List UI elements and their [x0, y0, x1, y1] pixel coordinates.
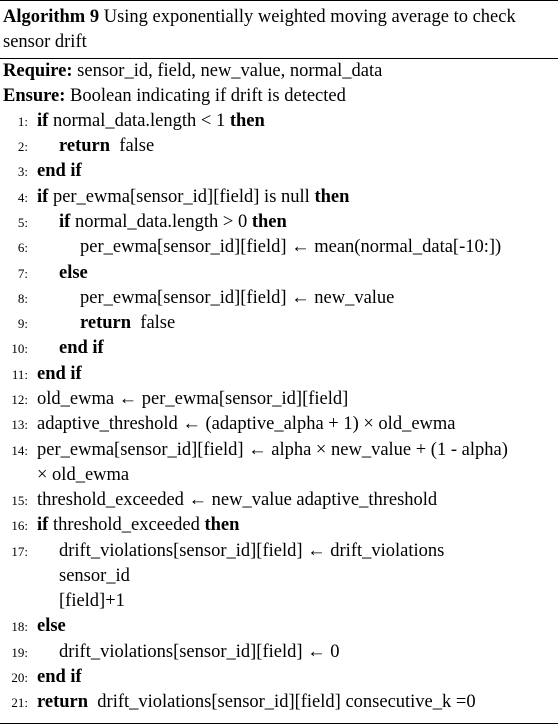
code-text: per_ewma[sensor_id][field] is null — [52, 187, 310, 207]
line-code: end if — [37, 159, 82, 184]
line-code: drift_violations[sensor_id][field] ← dri… — [59, 539, 444, 564]
keyword: then — [229, 111, 265, 131]
line-code: per_ewma[sensor_id][field] ← new_value — [80, 286, 394, 311]
line-number: 3: — [17, 164, 28, 179]
code-text: × old_ewma — [37, 465, 130, 485]
line-number: 15: — [11, 493, 28, 508]
line-code: end if — [59, 336, 104, 361]
keyword: else — [37, 616, 66, 636]
line-number: 7: — [17, 266, 28, 281]
code-text: drift_violations[sensor_id][field] ← 0 — [59, 642, 340, 662]
line-code: return false — [80, 311, 175, 336]
line-code: if normal_data.length < 1 then — [37, 109, 265, 134]
code-text: threshold_exceeded ← new_value adaptive_… — [37, 490, 438, 510]
keyword: end if — [37, 364, 82, 384]
keyword: end if — [37, 161, 82, 181]
line-code: else — [37, 614, 66, 639]
keyword: else — [59, 263, 88, 283]
line-number: 2: — [17, 139, 28, 154]
ensure-keyword: Ensure: — [3, 86, 66, 106]
keyword: if — [59, 212, 71, 232]
top-rule — [0, 0, 558, 1]
algorithm-caption: Algorithm 9 Using exponentially weighted… — [3, 5, 553, 55]
line-number: 9: — [17, 316, 28, 331]
line-code: adaptive_threshold ← (adaptive_alpha + 1… — [37, 412, 456, 437]
code-text: sensor_id — [59, 566, 130, 586]
line-code: sensor_id — [59, 564, 130, 589]
keyword: return — [59, 136, 111, 156]
line-code: if normal_data.length > 0 then — [59, 210, 287, 235]
ensure-text: Boolean indicating if drift is detected — [70, 86, 346, 106]
code-text: per_ewma[sensor_id][field] ← new_value — [80, 288, 395, 308]
line-code: per_ewma[sensor_id][field] ← mean(normal… — [80, 235, 501, 260]
code-text: normal_data.length > 0 — [74, 212, 248, 232]
require-keyword: Require: — [3, 61, 73, 81]
line-number: 10: — [11, 341, 28, 356]
line-number: 21: — [11, 695, 28, 710]
code-text: per_ewma[sensor_id][field] ← mean(normal… — [80, 237, 502, 257]
keyword: then — [251, 212, 287, 232]
code-text: adaptive_threshold ← (adaptive_alpha + 1… — [37, 414, 456, 434]
line-code: else — [59, 261, 88, 286]
keyword: return — [80, 313, 132, 333]
line-number: 13: — [11, 417, 28, 432]
line-number: 11: — [11, 367, 28, 382]
code-text: false — [140, 313, 176, 333]
line-code: threshold_exceeded ← new_value adaptive_… — [37, 488, 437, 513]
line-code: if threshold_exceeded then — [37, 513, 239, 538]
line-code: end if — [37, 362, 82, 387]
line-number: 16: — [11, 518, 28, 533]
line-number: 19: — [11, 645, 28, 660]
keyword: then — [314, 187, 350, 207]
code-text: drift_violations[sensor_id][field] conse… — [97, 692, 476, 712]
code-text: per_ewma[sensor_id][field] ← alpha × new… — [37, 440, 508, 460]
line-code: return false — [59, 134, 154, 159]
code-text: threshold_exceeded — [52, 515, 200, 535]
bottom-rule — [0, 723, 558, 724]
line-code: if per_ewma[sensor_id][field] is null th… — [37, 185, 349, 210]
code-text: drift_violations[sensor_id][field] ← dri… — [59, 541, 445, 561]
line-number: 17: — [11, 544, 28, 559]
keyword: then — [204, 515, 240, 535]
line-number: 20: — [11, 670, 28, 685]
line-number: 14: — [11, 443, 28, 458]
keyword: if — [37, 515, 49, 535]
line-code: old_ewma ← per_ewma[sensor_id][field] — [37, 387, 348, 412]
line-number: 5: — [17, 215, 28, 230]
keyword: if — [37, 187, 49, 207]
line-number: 18: — [11, 619, 28, 634]
line-number: 6: — [17, 240, 28, 255]
line-number: 1: — [17, 114, 28, 129]
line-code: per_ewma[sensor_id][field] ← alpha × new… — [37, 438, 508, 463]
keyword: end if — [59, 338, 104, 358]
keyword: end if — [37, 667, 82, 687]
require-line: Require: sensor_id, field, new_value, no… — [3, 59, 382, 84]
line-number: 4: — [17, 190, 28, 205]
code-text: [field]+1 — [59, 591, 125, 611]
keyword: return — [37, 692, 89, 712]
require-text: sensor_id, field, new_value, normal_data — [77, 61, 383, 81]
code-text: false — [119, 136, 155, 156]
ensure-line: Ensure: Boolean indicating if drift is d… — [3, 84, 346, 109]
line-code: × old_ewma — [37, 463, 129, 488]
line-code: end if — [37, 665, 82, 690]
line-code: [field]+1 — [59, 589, 125, 614]
keyword: if — [37, 111, 49, 131]
algorithm-label: Algorithm 9 — [3, 7, 100, 27]
line-code: return drift_violations[sensor_id][field… — [37, 690, 476, 715]
line-number: 8: — [17, 291, 28, 306]
code-text: old_ewma ← per_ewma[sensor_id][field] — [37, 389, 349, 409]
code-text: normal_data.length < 1 — [52, 111, 226, 131]
algorithm-box: Algorithm 9 Using exponentially weighted… — [0, 0, 558, 725]
line-number: 12: — [11, 392, 28, 407]
line-code: drift_violations[sensor_id][field] ← 0 — [59, 640, 340, 665]
